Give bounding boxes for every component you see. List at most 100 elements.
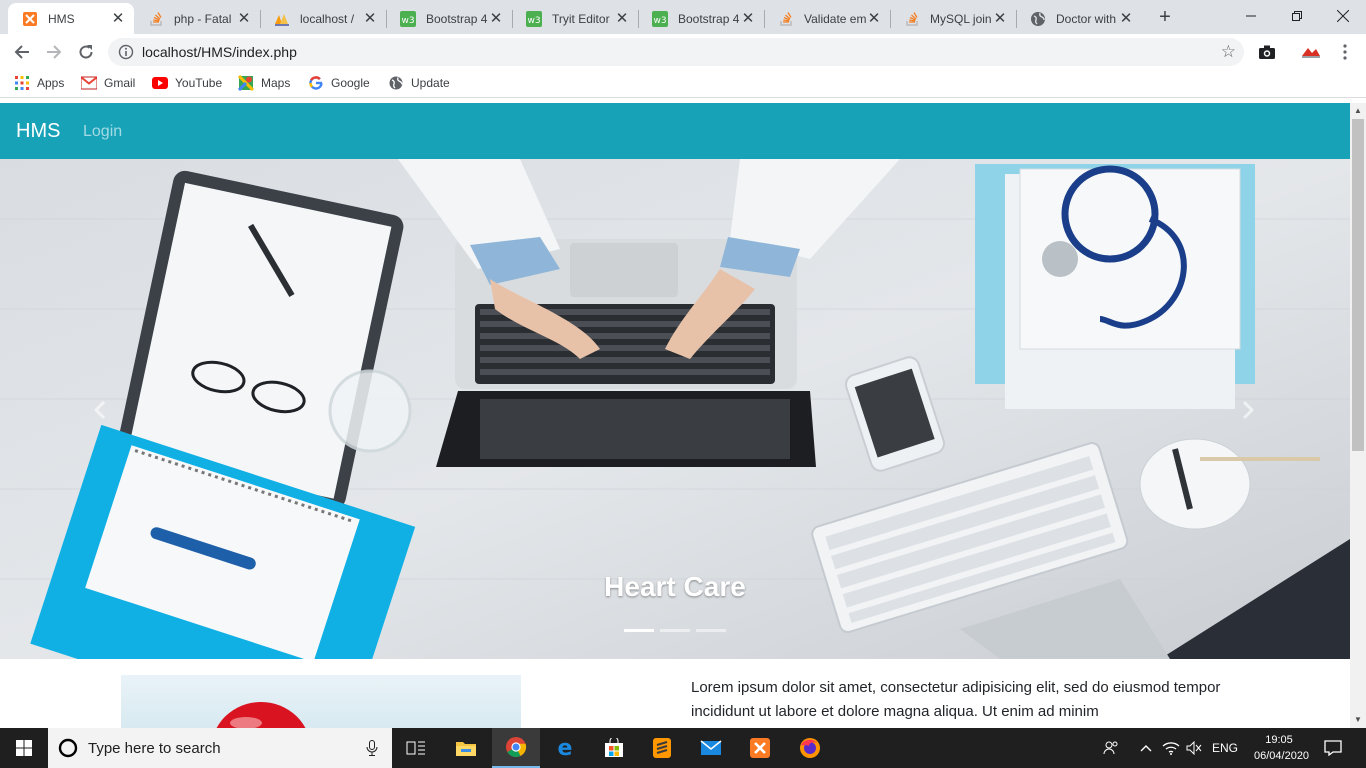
site-info-icon[interactable] <box>118 44 134 60</box>
firefox-button[interactable] <box>786 728 834 768</box>
close-tab-icon[interactable]: ✕ <box>110 10 126 27</box>
xampp-icon <box>22 11 38 27</box>
navbar-brand[interactable]: HMS <box>16 120 60 143</box>
stackoverflow-icon <box>904 11 920 27</box>
scrollbar-thumb[interactable] <box>1352 119 1364 451</box>
w3schools-icon: w3 <box>400 10 416 27</box>
carousel-prev-button[interactable] <box>88 395 112 425</box>
minimize-icon <box>1246 15 1256 17</box>
sublime-text-icon <box>653 738 671 758</box>
bookmark-update[interactable]: Update <box>388 75 450 91</box>
close-tab-icon[interactable]: ✕ <box>740 10 756 27</box>
windows-taskbar: Type here to search e ENG 19:05 06/04/20… <box>0 728 1366 768</box>
tray-overflow-chevron-icon[interactable] <box>1140 728 1152 768</box>
tab-localhost[interactable]: localhost / ✕ <box>260 3 386 34</box>
globe-icon <box>388 75 404 91</box>
address-bar[interactable]: localhost/HMS/index.php ☆ <box>108 38 1244 66</box>
xampp-button[interactable] <box>736 728 784 768</box>
reload-icon <box>79 45 93 59</box>
w3schools-icon: w3 <box>526 10 542 27</box>
people-icon[interactable] <box>1103 728 1119 768</box>
tab-tryit-editor[interactable]: w3 Tryit Editor ✕ <box>512 3 638 34</box>
close-tab-icon[interactable]: ✕ <box>992 10 1008 27</box>
edge-button[interactable]: e <box>541 728 589 768</box>
tab-bootstrap-4[interactable]: w3 Bootstrap 4 ✕ <box>386 3 512 34</box>
task-view-icon <box>406 741 425 755</box>
carousel-indicator[interactable] <box>660 629 690 632</box>
bookmark-google[interactable]: Google <box>308 75 370 91</box>
mail-button[interactable] <box>687 728 735 768</box>
forward-button[interactable] <box>42 40 66 64</box>
hero-carousel: Heart Care <box>0 159 1350 659</box>
bookmark-youtube[interactable]: YouTube <box>152 75 222 91</box>
edge-icon: e <box>558 737 573 759</box>
close-window-button[interactable] <box>1320 0 1366 32</box>
tab-doctor-with[interactable]: Doctor with ✕ <box>1016 3 1142 34</box>
bookmark-maps[interactable]: Maps <box>238 75 290 91</box>
url-text[interactable]: localhost/HMS/index.php <box>142 44 297 60</box>
phpmyadmin-icon <box>274 11 290 27</box>
close-tab-icon[interactable]: ✕ <box>866 10 882 27</box>
store-bag-icon <box>605 738 623 757</box>
volume-muted-icon[interactable] <box>1186 728 1202 768</box>
task-view-button[interactable] <box>392 728 440 768</box>
sublime-text-button[interactable] <box>638 728 686 768</box>
minimize-button[interactable] <box>1228 0 1274 32</box>
firefox-icon <box>800 738 820 758</box>
scroll-up-arrow-icon[interactable]: ▲ <box>1350 103 1366 119</box>
tab-mysql-join[interactable]: MySQL join ✕ <box>890 3 1016 34</box>
camera-extension-icon[interactable] <box>1256 41 1278 63</box>
microphone-icon[interactable] <box>366 740 378 756</box>
page-scrollbar[interactable]: ▲ ▼ <box>1350 103 1366 728</box>
close-tab-icon[interactable]: ✕ <box>362 10 378 27</box>
tab-validate-email[interactable]: Validate em ✕ <box>764 3 890 34</box>
action-center-icon[interactable] <box>1324 728 1342 768</box>
google-icon <box>308 75 324 91</box>
tab-hms[interactable]: HMS ✕ <box>8 3 134 34</box>
restore-icon <box>1292 11 1302 21</box>
svg-text:w3: w3 <box>653 16 666 26</box>
apps-grid-icon <box>14 75 30 91</box>
bookmarks-bar: Apps Gmail YouTube Maps Google Update <box>0 70 1366 98</box>
stackoverflow-icon <box>148 11 164 27</box>
wifi-icon[interactable] <box>1162 728 1180 768</box>
taskbar-search-box[interactable]: Type here to search <box>48 728 392 768</box>
nav-login-link[interactable]: Login <box>83 123 122 141</box>
close-tab-icon[interactable]: ✕ <box>1118 10 1134 27</box>
carousel-caption: Heart Care <box>604 571 746 602</box>
back-button[interactable] <box>10 40 34 64</box>
file-explorer-button[interactable] <box>442 728 490 768</box>
tab-bootstrap-4-second[interactable]: w3 Bootstrap 4 ✕ <box>638 3 764 34</box>
carousel-next-button[interactable] <box>1236 395 1260 425</box>
red-heart-image <box>216 702 306 728</box>
chrome-icon <box>506 737 527 757</box>
svg-text:w3: w3 <box>401 16 414 26</box>
tab-php-fatal[interactable]: php - Fatal ✕ <box>134 3 260 34</box>
tab-strip: HMS ✕ php - Fatal ✕ localhost / ✕ w3 Boo… <box>0 0 1366 34</box>
taskbar-clock[interactable]: 19:05 06/04/2020 <box>1254 732 1309 764</box>
carousel-indicator[interactable] <box>624 629 654 632</box>
store-button[interactable] <box>590 728 638 768</box>
bookmark-gmail[interactable]: Gmail <box>81 75 135 91</box>
folder-icon <box>456 742 476 756</box>
page-viewport: HMS Login Heart Care Lorem ipsum dolor s… <box>0 103 1366 728</box>
extension-icon[interactable] <box>1300 41 1322 63</box>
youtube-icon <box>152 75 168 91</box>
bookmark-apps[interactable]: Apps <box>14 75 64 91</box>
chevron-right-icon <box>1242 400 1254 420</box>
input-language-indicator[interactable]: ENG <box>1212 728 1238 768</box>
reload-button[interactable] <box>74 40 98 64</box>
forward-arrow-icon <box>47 45 62 59</box>
new-tab-button[interactable]: + <box>1154 6 1176 28</box>
bookmark-star-icon[interactable]: ☆ <box>1221 42 1236 62</box>
close-tab-icon[interactable]: ✕ <box>614 10 630 27</box>
site-navbar: HMS Login <box>0 103 1350 159</box>
maximize-button[interactable] <box>1274 0 1320 32</box>
menu-kebab-icon[interactable] <box>1334 41 1356 63</box>
close-tab-icon[interactable]: ✕ <box>488 10 504 27</box>
start-button[interactable] <box>0 728 48 768</box>
scroll-down-arrow-icon[interactable]: ▼ <box>1350 712 1366 728</box>
close-tab-icon[interactable]: ✕ <box>236 10 252 27</box>
carousel-indicator[interactable] <box>696 629 726 632</box>
chrome-button[interactable] <box>492 728 540 768</box>
